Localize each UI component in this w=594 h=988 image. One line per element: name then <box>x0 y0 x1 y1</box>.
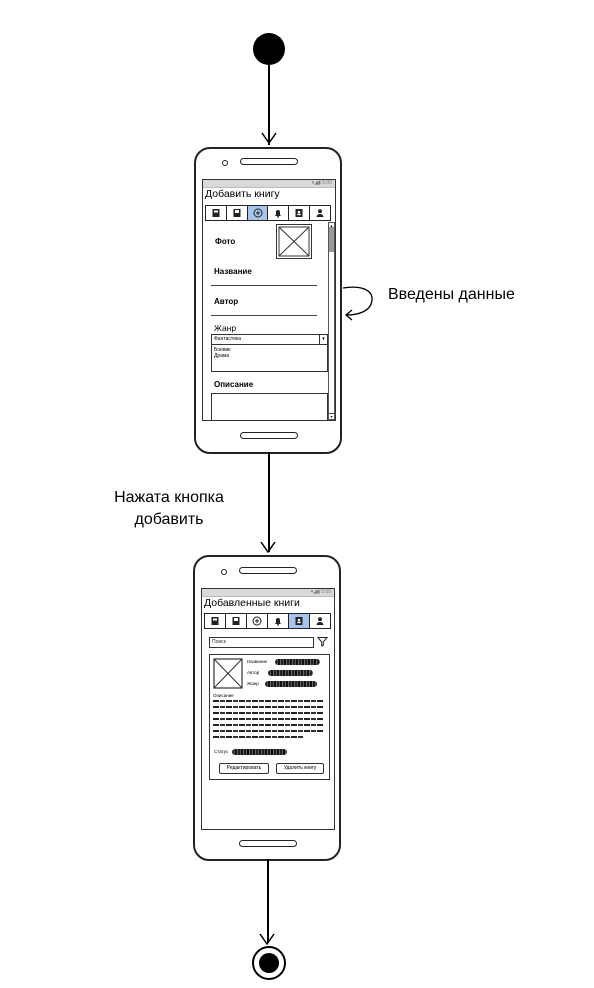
book-icon <box>211 617 219 625</box>
genre-label: Жанр <box>214 323 237 333</box>
arrowhead-icon <box>260 541 276 553</box>
screen-add-book: ▾◢▮ 5:00 Добавить книгу ▴ ▾ Фото Названи… <box>202 179 336 421</box>
contact-book-icon <box>295 617 303 625</box>
tab-library[interactable] <box>226 614 247 628</box>
flow-edge-add <box>268 452 270 552</box>
tab-books[interactable] <box>206 206 227 220</box>
description-textarea[interactable] <box>211 393 328 420</box>
home-button[interactable] <box>240 432 298 439</box>
delete-book-button[interactable]: Удалить книгу <box>276 763 324 774</box>
camera-icon <box>222 160 228 166</box>
book-icon <box>212 209 220 217</box>
tab-bar <box>205 205 331 221</box>
photo-label: Фото <box>215 237 236 246</box>
photo-placeholder[interactable] <box>276 224 312 259</box>
genre-selected: Фантастика <box>214 336 242 342</box>
name-label: Название <box>214 267 252 276</box>
card-author-value <box>268 670 313 676</box>
card-name-label: Название <box>247 659 268 664</box>
image-placeholder-icon <box>213 658 243 689</box>
card-status-label: Статус <box>214 749 229 754</box>
tab-profile[interactable] <box>310 206 330 220</box>
card-name-value <box>275 659 320 665</box>
start-node <box>253 33 285 65</box>
tab-bar <box>204 613 331 629</box>
tab-notifications[interactable] <box>268 206 290 220</box>
tab-add[interactable] <box>247 614 268 628</box>
tab-books[interactable] <box>205 614 226 628</box>
arrowhead-icon <box>261 132 277 144</box>
genre-options-list: Боевик Драма <box>211 344 328 372</box>
tab-add[interactable] <box>247 206 269 220</box>
bell-icon <box>275 210 282 218</box>
user-icon <box>316 617 324 625</box>
speaker-icon <box>239 567 297 574</box>
card-description-label: Описание <box>213 693 234 698</box>
card-author-label: Автор <box>247 670 260 675</box>
add-circle-icon <box>252 616 262 626</box>
author-field[interactable] <box>211 315 317 316</box>
tab-profile[interactable] <box>310 614 330 628</box>
book-card: Название Автор Жанр Описание Статус Реда… <box>209 654 330 780</box>
phone-add-book: ▾◢▮ 5:00 Добавить книгу ▴ ▾ Фото Названи… <box>194 147 342 454</box>
card-status-value <box>232 749 287 755</box>
bookmark-book-icon <box>232 617 240 625</box>
status-bar: ▾◢▮ 5:00 <box>202 589 334 597</box>
edit-button[interactable]: Редактировать <box>219 763 269 774</box>
add-pressed-label: Нажата кнопка добавить <box>94 487 244 531</box>
contact-book-icon <box>295 209 303 217</box>
bookmark-book-icon <box>233 209 241 217</box>
add-pressed-label-line2: добавить <box>134 511 204 528</box>
page-title: Добавленные книги <box>204 597 300 609</box>
bell-icon <box>275 618 281 626</box>
camera-icon <box>221 569 227 575</box>
user-icon <box>316 209 324 217</box>
chevron-down-icon[interactable]: ▾ <box>319 335 327 344</box>
filter-icon[interactable] <box>317 636 328 647</box>
self-loop-label: Введены данные <box>388 286 515 303</box>
tab-notifications[interactable] <box>268 614 289 628</box>
self-loop-edge <box>342 286 373 321</box>
name-field[interactable] <box>211 285 317 286</box>
search-placeholder: Поиск <box>212 639 226 645</box>
flow-edge-end <box>267 859 269 943</box>
card-genre-label: Жанр <box>247 681 259 686</box>
add-pressed-label-line1: Нажата кнопка <box>114 489 224 506</box>
tab-library[interactable] <box>227 206 248 220</box>
add-circle-icon <box>253 208 263 218</box>
home-button[interactable] <box>239 840 297 847</box>
tab-contacts[interactable] <box>289 206 311 220</box>
author-label: Автор <box>214 297 239 306</box>
genre-option[interactable]: Драма <box>214 353 229 359</box>
page-title: Добавить книгу <box>205 188 280 200</box>
phone-added-books: ▾◢▮ 5:00 Добавленные книги Поиск Названи… <box>193 555 341 861</box>
description-label: Описание <box>214 380 254 389</box>
search-input[interactable]: Поиск <box>209 637 314 648</box>
card-genre-value <box>265 681 317 687</box>
card-description-text <box>213 700 324 738</box>
tab-contacts[interactable] <box>289 614 310 628</box>
screen-added-books: ▾◢▮ 5:00 Добавленные книги Поиск Названи… <box>201 588 335 830</box>
end-node <box>252 946 286 980</box>
scrollbar[interactable]: ▴ ▾ <box>328 222 335 420</box>
arrowhead-icon <box>259 933 275 945</box>
status-bar: ▾◢▮ 5:00 <box>203 180 335 188</box>
speaker-icon <box>240 158 298 165</box>
image-placeholder-icon <box>278 226 310 257</box>
